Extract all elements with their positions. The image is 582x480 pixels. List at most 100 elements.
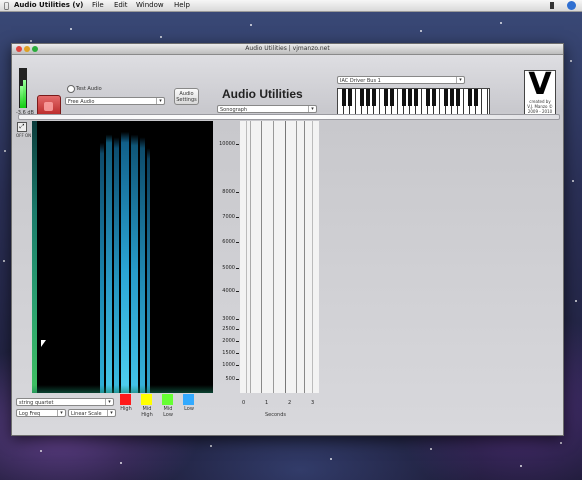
y-tick-label: 5000	[222, 265, 235, 271]
star	[70, 28, 72, 30]
piano-black-key[interactable]	[468, 89, 472, 106]
frequency-scale-select[interactable]: Log Freq ▾	[16, 409, 66, 417]
spectrogram-display[interactable]	[32, 121, 213, 393]
window-titlebar: Audio Utilities | vjmanzo.net	[12, 44, 563, 55]
piano-black-key[interactable]	[360, 89, 364, 106]
y-tick-label: 8000	[222, 189, 235, 195]
y-tick-mark	[236, 217, 239, 218]
mode-select[interactable]: Sonograph ▾	[217, 105, 317, 113]
y-tick-label: 4000	[222, 288, 235, 294]
logo-credit: created by V.J. Manzo © 2009 - 2010	[527, 99, 553, 114]
legend-swatch	[162, 394, 173, 405]
plot-trace	[250, 121, 251, 393]
menu-window[interactable]: Window	[136, 0, 164, 11]
plot-trace	[285, 121, 286, 393]
star	[500, 22, 502, 24]
logo: V created by V.J. Manzo © 2009 - 2010	[524, 70, 556, 118]
piano-black-key[interactable]	[450, 89, 454, 106]
y-tick-label: 7000	[222, 214, 235, 220]
y-tick-mark	[236, 144, 239, 145]
menu-file[interactable]: File	[92, 0, 104, 11]
preset-select[interactable]: string quartet ▾	[16, 398, 114, 406]
legend-label: Mid Low	[163, 406, 173, 418]
y-tick-mark	[236, 291, 239, 292]
spectrogram-floor	[32, 385, 213, 393]
piano-black-key[interactable]	[456, 89, 460, 106]
plot-trace	[296, 121, 297, 393]
minimize-button[interactable]	[24, 46, 30, 52]
legend-swatch	[183, 394, 194, 405]
spectrogram-band	[121, 121, 129, 393]
logo-v-mark: V	[528, 67, 552, 102]
star	[40, 450, 42, 452]
x-tick-label: 0	[242, 400, 246, 406]
y-tick-mark	[236, 319, 239, 320]
plot-trace	[312, 121, 313, 393]
chevron-down-icon: ▾	[105, 399, 113, 405]
legend-label: High	[120, 406, 132, 412]
y-tick-label: 2500	[222, 326, 235, 332]
star	[330, 458, 332, 460]
header-panel: -3.6 dB Test Audio Free Audio ▾ Audio Se…	[12, 55, 563, 119]
spectrogram-band	[114, 121, 119, 393]
spectrogram-edge	[32, 121, 37, 393]
midi-output-select[interactable]: IAC Driver Bus 1 ▾	[337, 76, 465, 84]
piano-black-key[interactable]	[384, 89, 388, 106]
y-tick-label: 500	[225, 376, 235, 382]
piano-black-key[interactable]	[402, 89, 406, 106]
close-button[interactable]	[16, 46, 22, 52]
source-select-value: Free Audio	[68, 99, 95, 105]
speaker-icon	[44, 102, 53, 111]
piano-black-key[interactable]	[444, 89, 448, 106]
star	[3, 260, 5, 262]
piano-black-key[interactable]	[342, 89, 346, 106]
source-select[interactable]: Free Audio ▾	[65, 97, 165, 105]
menu-bar:  Audio Utilities (v) File Edit Window H…	[0, 0, 582, 12]
y-tick-label: 1500	[222, 350, 235, 356]
y-tick-mark	[236, 329, 239, 330]
star	[120, 462, 122, 464]
y-tick-mark	[236, 341, 239, 342]
piano-black-key[interactable]	[432, 89, 436, 106]
menu-help[interactable]: Help	[174, 0, 190, 11]
star	[575, 300, 577, 302]
fullscreen-icon[interactable]: ⤢	[17, 122, 27, 132]
star	[250, 24, 252, 26]
audio-settings-button[interactable]: Audio Settings	[174, 88, 199, 105]
star	[520, 465, 522, 467]
frequency-plot[interactable]	[240, 121, 319, 393]
piano-black-key[interactable]	[414, 89, 418, 106]
amplitude-scale-value: Linear Scale	[71, 411, 102, 417]
zoom-button[interactable]	[32, 46, 38, 52]
piano-black-key[interactable]	[366, 89, 370, 106]
star	[30, 40, 32, 42]
y-tick-mark	[236, 379, 239, 380]
y-tick-mark	[236, 353, 239, 354]
preset-select-value: string quartet	[19, 400, 54, 406]
amplitude-scale-select[interactable]: Linear Scale ▾	[68, 409, 116, 417]
star	[572, 180, 574, 182]
spotlight-icon[interactable]	[567, 1, 576, 10]
app-menu[interactable]: Audio Utilities (v)	[14, 0, 83, 11]
menu-extra-icon[interactable]	[550, 2, 554, 9]
piano-black-key[interactable]	[372, 89, 376, 106]
piano-black-key[interactable]	[426, 89, 430, 106]
window-title: Audio Utilities | vjmanzo.net	[245, 45, 330, 52]
mode-select-value: Sonograph	[220, 107, 248, 113]
plot-trace	[261, 121, 262, 393]
y-tick-label: 10000	[219, 141, 235, 147]
test-audio-radio[interactable]	[67, 85, 75, 93]
app-title: Audio Utilities	[222, 87, 303, 101]
piano-black-key[interactable]	[348, 89, 352, 106]
piano-black-key[interactable]	[390, 89, 394, 106]
legend-label: Low	[184, 406, 194, 412]
chevron-down-icon: ▾	[57, 410, 65, 416]
y-tick-mark	[236, 365, 239, 366]
apple-menu-icon[interactable]: 	[4, 0, 9, 11]
y-tick-mark	[236, 192, 239, 193]
y-tick-mark	[236, 268, 239, 269]
piano-black-key[interactable]	[474, 89, 478, 106]
menu-edit[interactable]: Edit	[114, 0, 128, 11]
legend-swatch	[141, 394, 152, 405]
piano-black-key[interactable]	[408, 89, 412, 106]
